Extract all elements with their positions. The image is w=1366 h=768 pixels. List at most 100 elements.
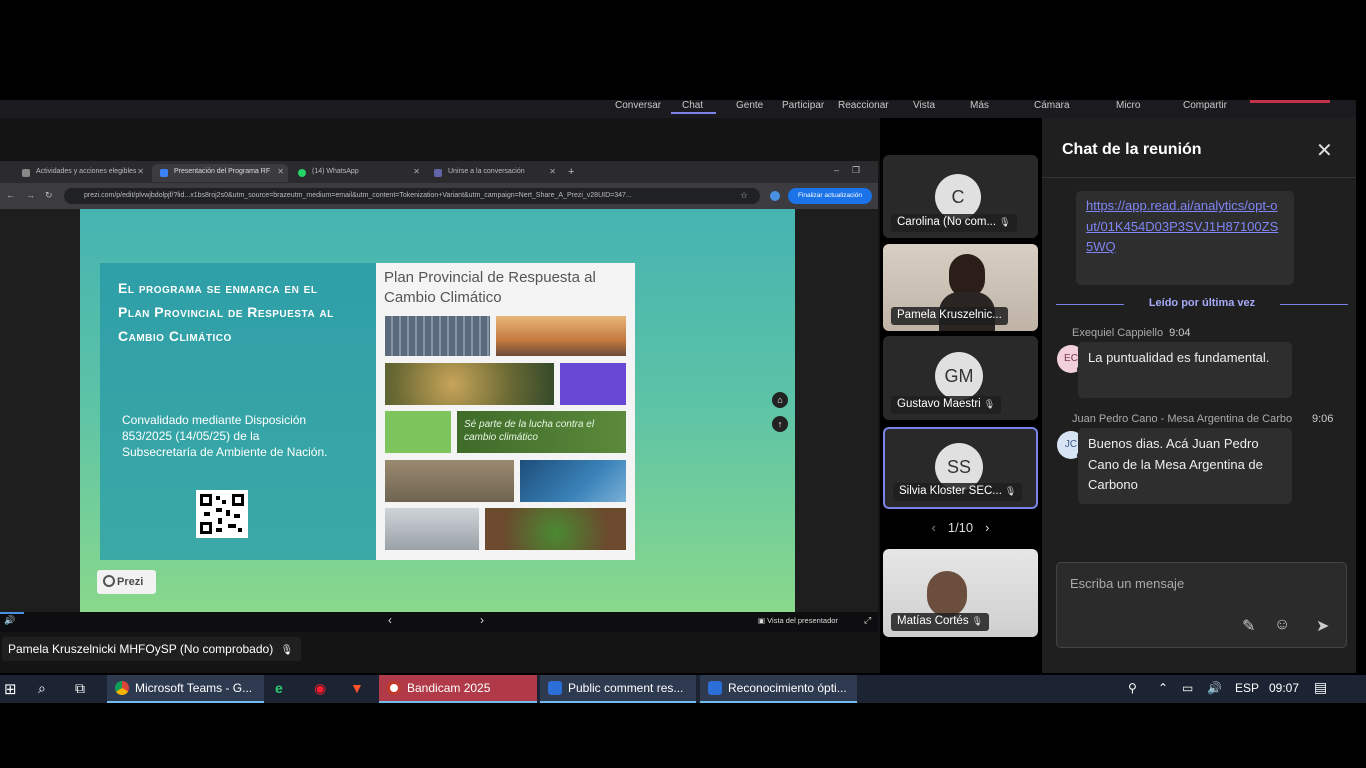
mic-muted-icon: 🎙 (971, 616, 984, 626)
participant-tile-video[interactable]: Matías Cortés 🎙 (883, 549, 1038, 637)
browser-tab[interactable]: Unirse a la conversación ✕ (426, 164, 560, 182)
reload-icon[interactable]: ↻ (45, 190, 53, 201)
animals-photo (385, 508, 479, 550)
windows-start-icon[interactable]: ⊞ (4, 680, 17, 698)
taskbar-bandicam[interactable]: Bandicam 2025 (379, 675, 537, 703)
browser-tab[interactable]: (14) WhatsApp ✕ (290, 164, 424, 182)
message-author: Juan Pedro Cano - Mesa Argentina de Carb… (1072, 413, 1293, 425)
message-time: 9:04 (1169, 327, 1191, 339)
emoji-icon[interactable]: ☺ (1274, 616, 1290, 634)
opera-icon[interactable]: ◉ (314, 680, 326, 697)
slide-progress-bar (0, 612, 24, 614)
taskbar-teams-chrome[interactable]: Microsoft Teams - G... (107, 675, 264, 703)
edge-icon[interactable]: e (275, 680, 283, 696)
chat-title: Chat de la reunión (1062, 141, 1202, 158)
green-block (385, 411, 451, 453)
home-icon[interactable]: ⌂ (772, 392, 788, 408)
toolbar-gente[interactable]: Gente (736, 100, 763, 111)
url-input[interactable]: prezi.com/p/edit/plvwjbdolpjf/?lid...x1b… (64, 188, 760, 204)
search-icon[interactable]: ⌕ (38, 680, 46, 697)
volume-icon[interactable]: 🔊 (4, 615, 15, 626)
bandicam-icon (387, 681, 401, 695)
participant-name-text: Carolina (No com... (897, 216, 997, 228)
electric-car-photo (520, 460, 626, 502)
bookmark-star-icon[interactable]: ☆ (740, 190, 748, 201)
participant-name: Matías Cortés 🎙 (891, 613, 990, 631)
qr-code (196, 490, 248, 538)
taskbar-reconocimiento[interactable]: Reconocimiento ópti... (700, 675, 857, 703)
soil-photo (385, 460, 514, 502)
task-view-icon[interactable]: ⧉ (75, 680, 85, 697)
chat-message-bubble: Buenos dias. Acá Juan Pedro Cano de la M… (1078, 428, 1292, 504)
language-indicator[interactable]: ESP (1235, 681, 1259, 695)
toolbar-micro[interactable]: Micro (1116, 100, 1140, 111)
minimize-icon[interactable]: – (834, 165, 839, 175)
profile-icon[interactable] (770, 191, 780, 201)
participant-tile-speaking[interactable]: SS Silvia Kloster SEC... 🎙 (883, 427, 1038, 509)
format-icon[interactable]: ✎ (1242, 616, 1255, 636)
restore-icon[interactable]: ❐ (852, 165, 860, 176)
close-icon[interactable]: ✕ (1316, 138, 1333, 163)
participant-tile[interactable]: GM Gustavo Maestri 🎙 (883, 336, 1038, 420)
speaker-icon[interactable]: 🔊 (1207, 681, 1222, 695)
participant-tile-video[interactable]: Pamela Kruszelnic... (883, 244, 1038, 331)
prev-slide-button[interactable]: ‹ (388, 613, 392, 627)
mic-icon: 🎙 (999, 217, 1011, 227)
compose-box[interactable] (1056, 562, 1347, 648)
toolbar-compartir[interactable]: Compartir (1183, 100, 1227, 111)
toolbar-mas[interactable]: Más (970, 100, 989, 111)
up-arrow-icon[interactable]: ↑ (772, 416, 788, 432)
presenter-view-icon: ▣ (758, 616, 768, 625)
taskbar-public-comment[interactable]: Public comment res... (540, 675, 696, 703)
teams-favicon-icon (434, 169, 442, 177)
mic-muted-icon: 🎙 (983, 399, 996, 409)
message-time: 9:06 (1312, 413, 1334, 425)
prezi-logo-text: Prezi (117, 576, 144, 588)
analytics-link[interactable]: https://app.read.ai/analytics/opt-out/01… (1086, 198, 1278, 254)
chevron-up-icon[interactable]: ⌃ (1158, 681, 1168, 695)
app-icon (548, 681, 562, 695)
toolbar-camara[interactable]: Cámara (1034, 100, 1070, 111)
last-read-marker: Leído por última vez (1148, 297, 1256, 309)
presenter-view-button[interactable]: ▣ Vista del presentador (758, 616, 838, 625)
tab-close-icon[interactable]: ✕ (413, 167, 420, 176)
toolbar-reaccionar[interactable]: Reaccionar (838, 100, 889, 111)
meeting-toolbar: Conversar Chat Gente Participar Reaccion… (0, 100, 1356, 118)
leave-button[interactable] (1250, 100, 1330, 103)
participant-name-text: Matías Cortés (897, 615, 969, 627)
update-browser-button[interactable]: Finalizar actualización (788, 188, 872, 204)
video-person-head (927, 571, 967, 617)
toolbar-vista[interactable]: Vista (913, 100, 935, 111)
new-tab-button[interactable]: + (562, 164, 584, 182)
next-slide-button[interactable]: › (480, 613, 484, 627)
toolbar-participar[interactable]: Participar (782, 100, 824, 111)
browser-tab[interactable]: Actividades y acciones elegibles ✕ (14, 164, 148, 182)
notifications-icon[interactable]: ▤ (1314, 679, 1327, 696)
tab-close-icon[interactable]: ✕ (549, 167, 556, 176)
battery-icon[interactable]: ▭ (1182, 681, 1193, 695)
tab-label: (14) WhatsApp (312, 168, 359, 175)
clock[interactable]: 09:07 (1269, 681, 1299, 695)
prezi-logo-icon (103, 575, 115, 587)
back-arrow-icon[interactable]: ← (6, 190, 15, 200)
send-icon[interactable]: ➤ (1316, 616, 1329, 636)
presentation-control-bar: 🔊 ‹ › ▣ Vista del presentador ⤢ (0, 612, 878, 632)
pager-next-icon[interactable]: › (985, 520, 989, 535)
people-icon[interactable]: ⚲ (1128, 681, 1137, 695)
solar-panels-photo (385, 316, 490, 356)
fullscreen-icon[interactable]: ⤢ (864, 615, 871, 626)
tab-close-icon[interactable]: ✕ (137, 167, 144, 176)
toolbar-conversar[interactable]: Conversar (615, 100, 661, 111)
sunset-dam-photo (496, 316, 626, 356)
participant-tile[interactable]: C Carolina (No com... 🎙 (883, 155, 1038, 238)
message-input-placeholder[interactable]: Escriba un mensaje (1070, 576, 1184, 591)
divider (1042, 177, 1356, 178)
tab-close-icon[interactable]: ✕ (277, 167, 284, 176)
brave-icon[interactable]: ▼ (350, 680, 364, 696)
browser-tab-active[interactable]: Presentación del Programa RF ✕ (152, 164, 288, 182)
pager-prev-icon[interactable]: ‹ (932, 520, 936, 535)
forward-arrow-icon[interactable]: → (26, 190, 35, 200)
chrome-icon (115, 681, 129, 695)
mic-icon: 🎙 (1004, 486, 1017, 496)
toolbar-chat[interactable]: Chat (682, 100, 703, 111)
